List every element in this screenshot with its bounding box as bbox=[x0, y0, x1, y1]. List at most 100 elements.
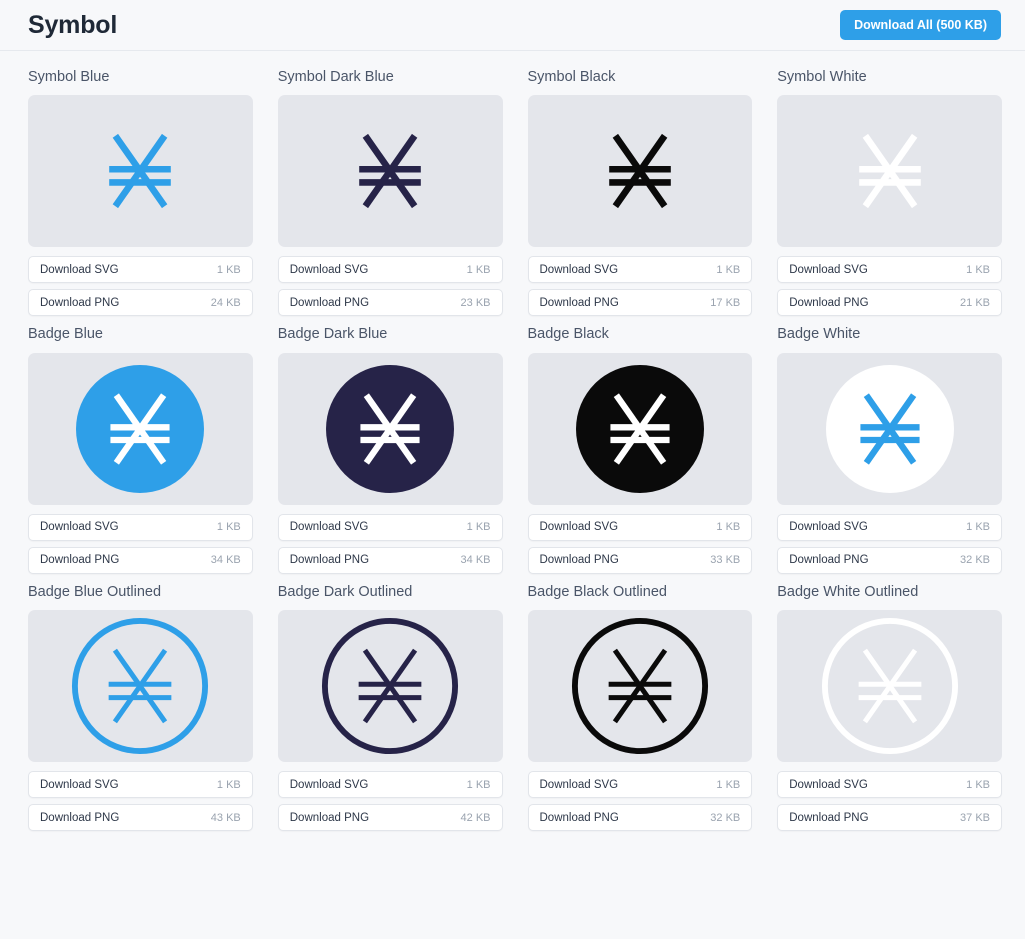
download-png-button[interactable]: Download PNG 21 KB bbox=[777, 289, 1002, 317]
asset-preview bbox=[277, 95, 503, 248]
asset-card: Badge White Outlined Download SVG 1 KB Down… bbox=[777, 583, 1002, 832]
download-png-label: Download PNG bbox=[40, 296, 120, 309]
download-svg-button[interactable]: Download SVG 1 KB bbox=[28, 256, 253, 284]
download-png-button[interactable]: Download PNG 42 KB bbox=[277, 804, 503, 832]
asset-preview bbox=[777, 95, 1002, 248]
download-all-button[interactable]: Download All (500 KB) bbox=[840, 10, 1001, 40]
download-svg-label: Download SVG bbox=[789, 778, 868, 791]
asset-title: Symbol Black bbox=[527, 69, 616, 85]
asset-card: Badge Black Outlined Download SVG 1 KB Down… bbox=[527, 583, 753, 832]
download-png-button[interactable]: Download PNG 24 KB bbox=[28, 289, 253, 317]
download-svg-button[interactable]: Download SVG 1 KB bbox=[527, 513, 753, 541]
symbol-icon bbox=[359, 134, 421, 209]
download-svg-label: Download SVG bbox=[539, 263, 619, 276]
download-svg-button[interactable]: Download SVG 1 KB bbox=[777, 256, 1002, 284]
download-svg-button[interactable]: Download SVG 1 KB bbox=[777, 771, 1002, 799]
download-svg-size: 1 KB bbox=[466, 778, 491, 791]
asset-title: Badge Black bbox=[527, 326, 609, 343]
download-svg-button[interactable]: Download SVG 1 KB bbox=[277, 513, 503, 541]
download-png-label: Download PNG bbox=[40, 554, 120, 567]
asset-card: Badge White Download SVG 1 KB Download PNG 3… bbox=[777, 326, 1002, 574]
download-png-label: Download PNG bbox=[539, 554, 619, 567]
asset-title: Badge Blue bbox=[28, 326, 103, 343]
badge-icon bbox=[825, 364, 954, 493]
download-svg-button[interactable]: Download SVG 1 KB bbox=[28, 771, 253, 799]
asset-card: Badge Dark Outlined Download SVG 1 KB Downl… bbox=[277, 583, 503, 832]
download-png-button[interactable]: Download PNG 33 KB bbox=[527, 546, 753, 574]
download-png-label: Download PNG bbox=[289, 296, 370, 309]
download-svg-button[interactable]: Download SVG 1 KB bbox=[527, 771, 753, 799]
download-svg-button[interactable]: Download SVG 1 KB bbox=[277, 256, 503, 284]
badge-outlined-icon bbox=[571, 618, 708, 755]
download-png-button[interactable]: Download PNG 17 KB bbox=[527, 289, 753, 317]
download-png-label: Download PNG bbox=[40, 811, 120, 824]
download-png-size: 17 KB bbox=[710, 296, 741, 309]
asset-preview bbox=[277, 352, 503, 505]
download-svg-size: 1 KB bbox=[716, 778, 741, 791]
badge-outlined-icon bbox=[821, 618, 958, 755]
download-svg-label: Download SVG bbox=[539, 778, 619, 791]
download-png-size: 42 KB bbox=[460, 811, 491, 824]
asset-preview bbox=[777, 352, 1002, 505]
download-png-size: 34 KB bbox=[210, 554, 241, 567]
asset-preview bbox=[277, 610, 503, 763]
badge-icon bbox=[326, 364, 455, 493]
download-svg-size: 1 KB bbox=[216, 521, 241, 534]
download-png-button[interactable]: Download PNG 32 KB bbox=[777, 546, 1002, 574]
asset-preview bbox=[28, 95, 253, 248]
download-svg-size: 1 KB bbox=[716, 521, 741, 534]
asset-card: Badge Dark Blue Download SVG 1 KB Download … bbox=[277, 326, 503, 574]
download-png-button[interactable]: Download PNG 32 KB bbox=[527, 804, 753, 832]
asset-preview bbox=[527, 352, 753, 505]
asset-title: Badge Dark Blue bbox=[277, 326, 388, 343]
symbol-icon bbox=[609, 134, 671, 209]
asset-title: Badge Blue Outlined bbox=[28, 583, 162, 600]
download-svg-label: Download SVG bbox=[289, 778, 369, 791]
download-svg-label: Download SVG bbox=[40, 778, 119, 791]
download-svg-label: Download SVG bbox=[289, 263, 369, 276]
asset-card: Symbol White Download SVG 1 KB Download PNG… bbox=[777, 69, 1002, 317]
badge-icon bbox=[575, 364, 704, 493]
asset-download-page: Symbol Download All (500 KB) Symbol Blue… bbox=[0, 0, 1025, 832]
asset-grid: Symbol Blue Download SVG 1 KB Download PNG 2… bbox=[0, 51, 1025, 832]
download-png-button[interactable]: Download PNG 23 KB bbox=[277, 289, 503, 317]
badge-outlined-icon bbox=[322, 618, 459, 755]
download-svg-label: Download SVG bbox=[40, 263, 119, 276]
symbol-icon bbox=[858, 134, 921, 209]
download-svg-button[interactable]: Download SVG 1 KB bbox=[277, 771, 503, 799]
asset-preview bbox=[777, 610, 1002, 763]
download-svg-label: Download SVG bbox=[789, 521, 868, 534]
download-svg-size: 1 KB bbox=[466, 263, 491, 276]
download-png-size: 32 KB bbox=[960, 554, 990, 567]
download-png-size: 33 KB bbox=[710, 554, 741, 567]
badge-outlined-icon bbox=[72, 618, 209, 755]
asset-card: Badge Blue Download SVG 1 KB Download PNG 34… bbox=[28, 326, 253, 574]
download-svg-size: 1 KB bbox=[216, 778, 241, 791]
download-svg-button[interactable]: Download SVG 1 KB bbox=[527, 256, 753, 284]
download-svg-label: Download SVG bbox=[539, 521, 619, 534]
asset-card: Symbol Dark Blue Download SVG 1 KB Download… bbox=[277, 69, 503, 317]
download-svg-button[interactable]: Download SVG 1 KB bbox=[28, 513, 253, 541]
asset-preview bbox=[527, 95, 753, 248]
download-png-size: 32 KB bbox=[710, 811, 741, 824]
download-svg-button[interactable]: Download SVG 1 KB bbox=[777, 513, 1002, 541]
asset-title: Symbol Dark Blue bbox=[277, 69, 394, 85]
download-png-label: Download PNG bbox=[289, 554, 370, 567]
asset-title: Badge Dark Outlined bbox=[277, 583, 413, 600]
asset-title: Badge White Outlined bbox=[777, 583, 919, 600]
download-png-button[interactable]: Download PNG 43 KB bbox=[28, 804, 253, 832]
download-png-label: Download PNG bbox=[789, 554, 869, 567]
download-png-button[interactable]: Download PNG 34 KB bbox=[28, 546, 253, 574]
download-png-button[interactable]: Download PNG 34 KB bbox=[277, 546, 503, 574]
symbol-icon bbox=[109, 134, 172, 209]
asset-title: Symbol Blue bbox=[28, 69, 110, 85]
download-png-size: 24 KB bbox=[210, 296, 241, 309]
page-title: Symbol bbox=[28, 10, 118, 39]
asset-title: Badge Black Outlined bbox=[527, 583, 667, 600]
download-png-button[interactable]: Download PNG 37 KB bbox=[777, 804, 1002, 832]
download-png-label: Download PNG bbox=[789, 296, 869, 309]
download-png-label: Download PNG bbox=[539, 811, 619, 824]
download-png-label: Download PNG bbox=[539, 296, 619, 309]
asset-preview bbox=[28, 610, 253, 763]
download-svg-label: Download SVG bbox=[789, 263, 868, 276]
